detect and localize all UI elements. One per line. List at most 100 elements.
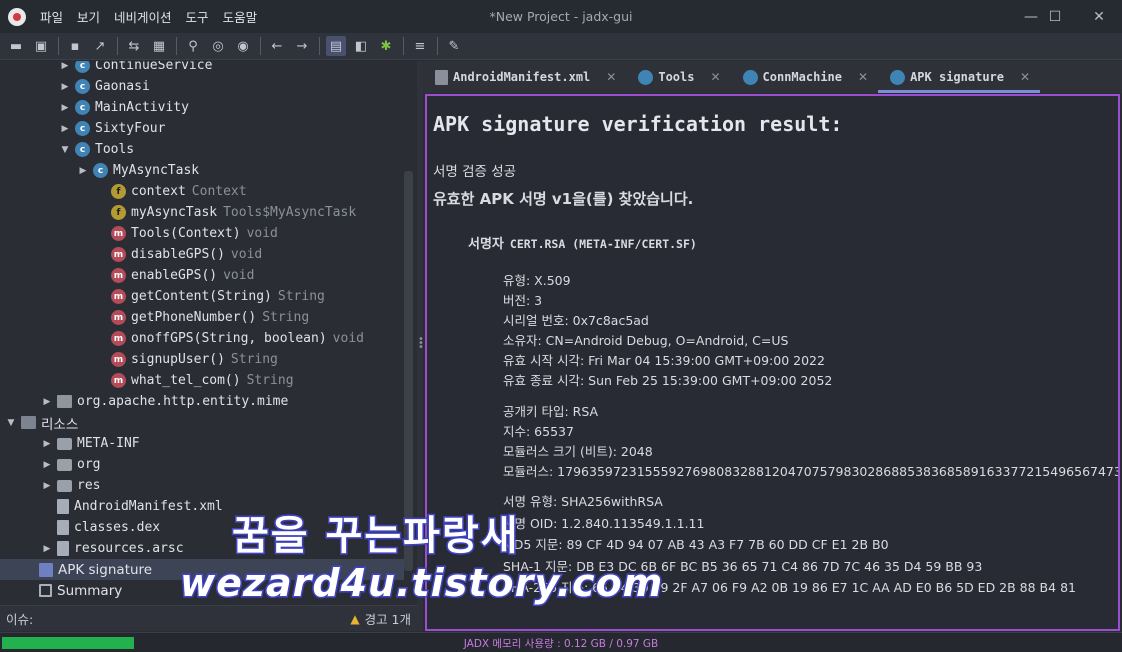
tree-item-type: String xyxy=(246,373,294,388)
tab-close-icon[interactable]: ✕ xyxy=(858,70,868,84)
export-icon[interactable]: ↗ xyxy=(90,36,110,56)
flatten-icon[interactable]: ▦ xyxy=(149,36,169,56)
tree-item[interactable]: ▶ c Gaonasi xyxy=(0,76,404,97)
tree-item-label: myAsyncTask xyxy=(131,205,218,220)
tree-item[interactable]: ▶ org xyxy=(0,454,404,475)
tab-close-icon[interactable]: ✕ xyxy=(606,70,616,84)
close-button[interactable]: ✕ xyxy=(1076,0,1122,33)
quark-icon[interactable]: ◧ xyxy=(351,36,371,56)
tree-item-label: org.apache.http.entity.mime xyxy=(77,394,289,409)
cert-detail: 유효 종료 시각: Sun Feb 25 15:39:00 GMT+09:00 … xyxy=(503,373,833,388)
tree-item-type: void xyxy=(246,226,278,241)
log-icon[interactable]: ≡ xyxy=(410,36,430,56)
search-icon[interactable]: ⚲ xyxy=(183,36,203,56)
tree-item[interactable]: ▶ org.apache.http.entity.mime xyxy=(0,391,404,412)
method-icon: m xyxy=(111,331,126,346)
add-file-icon[interactable]: ▣ xyxy=(31,36,51,56)
method-icon: m xyxy=(111,310,126,325)
tree-item-label: Gaonasi xyxy=(95,79,150,94)
tree-item[interactable]: f myAsyncTask Tools$MyAsyncTask xyxy=(0,202,404,223)
tree-item[interactable]: m Tools(Context) void xyxy=(0,223,404,244)
folder-icon xyxy=(57,479,72,492)
menu-navigation[interactable]: 네비게이션 xyxy=(114,7,172,26)
tree-item[interactable]: ▶ res xyxy=(0,475,404,496)
class-icon: c xyxy=(75,100,90,115)
tree-item-label: getContent(String) xyxy=(131,289,272,304)
menu-help[interactable]: 도움말 xyxy=(223,7,258,26)
tab-label: ConnMachine xyxy=(762,70,843,84)
tree-item[interactable]: ▶ c ContinueService xyxy=(0,61,404,76)
maximize-button[interactable]: ☐ xyxy=(1032,0,1078,33)
tree-item[interactable]: m getContent(String) String xyxy=(0,286,404,307)
cert-detail: 유효 시작 시각: Fri Mar 04 15:39:00 GMT+09:00 … xyxy=(503,353,825,368)
splitter-grip-icon: • • • xyxy=(418,334,424,353)
class-icon: c xyxy=(75,121,90,136)
warning-count[interactable]: ▲ 경고 1개 xyxy=(350,609,411,628)
menu-view[interactable]: 보기 xyxy=(77,7,100,26)
expand-arrow-icon[interactable]: ▶ xyxy=(58,61,72,71)
find-icon[interactable]: ◉ xyxy=(233,36,253,56)
toolbar: ▬ ▣ ▪ ↗ ⇆ ▦ ⚲ ◎ ◉ ← → ▤ ◧ ✱ ≡ ✎ xyxy=(0,33,1122,60)
toolbar-separator xyxy=(58,37,59,55)
tab-tools[interactable]: Tools ✕ xyxy=(626,61,730,93)
open-icon[interactable]: ▬ xyxy=(6,36,26,56)
settings-icon[interactable]: ✎ xyxy=(444,36,464,56)
expand-arrow-icon[interactable]: ▶ xyxy=(58,103,72,113)
tree-item[interactable]: ▼ 리소스 xyxy=(0,412,404,433)
tree-item[interactable]: ▼ c Tools xyxy=(0,139,404,160)
key-detail: 지수: 65537 xyxy=(503,424,574,439)
tree-item[interactable]: m signupUser() String xyxy=(0,349,404,370)
tree-item[interactable]: m what_tel_com() String xyxy=(0,370,404,391)
expand-arrow-icon[interactable]: ▶ xyxy=(40,544,54,554)
tree-item-type: void xyxy=(230,247,263,262)
tree-item-type: Tools$MyAsyncTask xyxy=(223,205,357,220)
tab-close-icon[interactable]: ✕ xyxy=(710,70,720,84)
tree-item[interactable]: ▶ c MainActivity xyxy=(0,97,404,118)
collapse-arrow-icon[interactable]: ▼ xyxy=(4,418,18,428)
tree-item-type: void xyxy=(223,268,255,283)
cert-detail: 시리얼 번호: 0x7c8ac5ad xyxy=(503,313,649,328)
tree-item[interactable]: ▶ c MyAsyncTask xyxy=(0,160,404,181)
method-icon: m xyxy=(111,226,126,241)
apk-icon xyxy=(39,562,53,577)
forward-icon[interactable]: → xyxy=(292,36,312,56)
tree-item[interactable]: m getPhoneNumber() String xyxy=(0,307,404,328)
tab-apk-signature[interactable]: APK signature ✕ xyxy=(878,61,1041,93)
class-icon: c xyxy=(75,142,90,157)
menu-bar: 파일 보기 네비게이션 도구 도움말 xyxy=(40,7,271,26)
tree-item-type: Context xyxy=(191,184,247,199)
tree-item[interactable]: ▶ c SixtyFour xyxy=(0,118,404,139)
find-usage-icon[interactable]: ◎ xyxy=(208,36,228,56)
method-icon: m xyxy=(111,352,126,367)
back-icon[interactable]: ← xyxy=(267,36,287,56)
tab-androidmanifest-xml[interactable]: AndroidManifest.xml ✕ xyxy=(423,61,626,93)
expand-arrow-icon[interactable]: ▶ xyxy=(58,124,72,134)
tree-item[interactable]: m enableGPS() void xyxy=(0,265,404,286)
cert-detail: 소유자: CN=Android Debug, O=Android, C=US xyxy=(503,333,789,348)
menu-tools[interactable]: 도구 xyxy=(186,7,209,26)
collapse-arrow-icon[interactable]: ▼ xyxy=(58,145,72,155)
deobf-icon[interactable]: ▤ xyxy=(326,36,346,56)
found-message: 유효한 APK 서명 v1을(를) 찾았습니다. xyxy=(433,190,694,208)
debug-icon[interactable]: ✱ xyxy=(376,36,396,56)
tab-close-icon[interactable]: ✕ xyxy=(1020,70,1030,84)
expand-arrow-icon[interactable]: ▶ xyxy=(76,166,90,176)
tree-item[interactable]: m disableGPS() void xyxy=(0,244,404,265)
tree-item[interactable]: ▶ META-INF xyxy=(0,433,404,454)
res-icon xyxy=(21,416,36,429)
expand-arrow-icon[interactable]: ▶ xyxy=(58,82,72,92)
expand-arrow-icon[interactable]: ▶ xyxy=(40,439,54,449)
tree-item[interactable]: m onoffGPS(String, boolean) void xyxy=(0,328,404,349)
expand-arrow-icon[interactable]: ▶ xyxy=(40,481,54,491)
tree-item-type: String xyxy=(230,352,278,367)
sync-icon[interactable]: ⇆ xyxy=(124,36,144,56)
save-icon[interactable]: ▪ xyxy=(65,36,85,56)
tree-item[interactable]: f context Context xyxy=(0,181,404,202)
tab-connmachine[interactable]: ConnMachine ✕ xyxy=(731,61,879,93)
expand-arrow-icon[interactable]: ▶ xyxy=(40,397,54,407)
field-icon: f xyxy=(111,205,126,220)
expand-arrow-icon[interactable]: ▶ xyxy=(40,460,54,470)
signature-detail: 서명 유형: SHA256withRSA xyxy=(503,494,663,509)
menu-file[interactable]: 파일 xyxy=(40,7,63,26)
tree-item-label: classes.dex xyxy=(74,520,161,535)
